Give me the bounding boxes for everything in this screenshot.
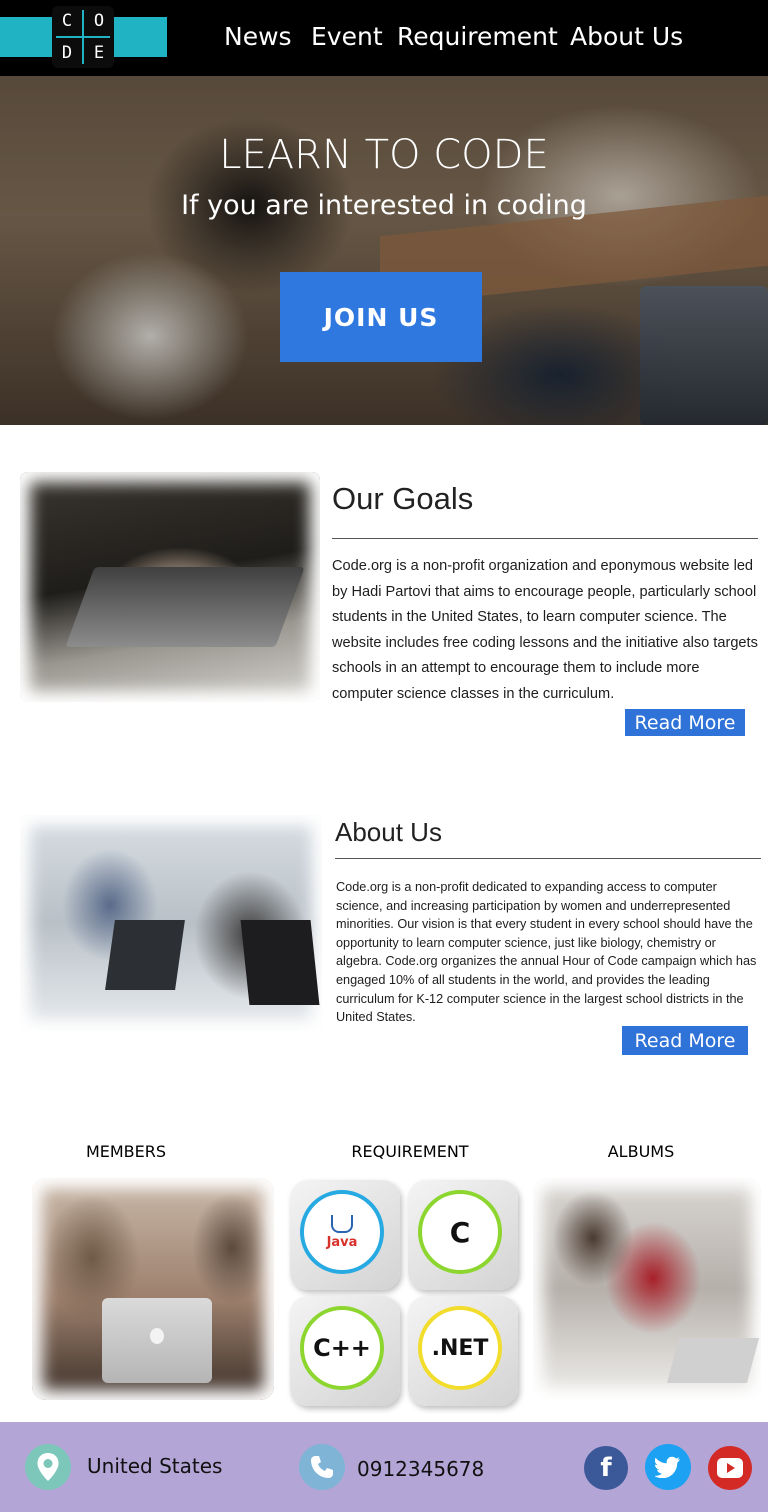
logo-letter: D — [61, 43, 73, 63]
youtube-play-icon — [717, 1458, 743, 1478]
goals-title: Our Goals — [332, 481, 474, 516]
language-tile[interactable]: .NET — [408, 1296, 518, 1406]
albums-photo[interactable] — [533, 1178, 761, 1400]
map-pin-icon — [25, 1444, 71, 1490]
nav-about-us[interactable]: About Us — [570, 19, 683, 55]
laptop-shape — [240, 920, 320, 1005]
phone-icon — [311, 1456, 333, 1478]
java-badge: Java — [300, 1190, 384, 1274]
location-text: United States — [87, 1454, 223, 1478]
hero-subtitle: If you are interested in coding — [181, 190, 587, 221]
nav-event[interactable]: Event — [311, 19, 383, 55]
logo-letter: E — [93, 43, 105, 63]
language-name: .NET — [431, 1335, 489, 1361]
laptop-shape — [105, 920, 185, 990]
language-tile[interactable]: C++ — [290, 1296, 400, 1406]
goals-photo — [20, 472, 320, 702]
map-pin-icon — [37, 1453, 59, 1481]
members-label[interactable]: MEMBERS — [60, 1141, 192, 1163]
goals-text: Code.org is a non-profit organization an… — [332, 558, 758, 702]
logo-letter: C — [61, 11, 73, 31]
phone-icon — [299, 1444, 345, 1490]
hero-banner: LEARN TO CODE If you are interested in c… — [0, 76, 768, 425]
site-footer: United States 0912345678 f — [0, 1422, 768, 1512]
about-divider — [335, 858, 761, 859]
language-tile[interactable]: C — [408, 1180, 518, 1290]
about-text: Code.org is a non-profit dedicated to ex… — [336, 880, 757, 1025]
apple-logo-icon — [150, 1328, 164, 1344]
about-read-more-button[interactable]: Read More — [622, 1026, 748, 1055]
facebook-icon[interactable]: f — [584, 1446, 628, 1490]
laptop-shape — [65, 567, 305, 647]
site-header: C O D E News Event Requirement About Us — [0, 0, 768, 76]
phone-text[interactable]: 0912345678 — [357, 1455, 484, 1483]
youtube-icon[interactable] — [708, 1446, 752, 1490]
facebook-glyph: f — [600, 1453, 612, 1483]
language-name: Java — [326, 1234, 358, 1250]
laptop-shape — [666, 1338, 760, 1383]
twitter-icon[interactable] — [645, 1444, 691, 1490]
albums-label[interactable]: ALBUMS — [590, 1141, 692, 1163]
goals-read-more-button[interactable]: Read More — [625, 709, 745, 736]
logo-letter: O — [93, 11, 105, 31]
hero-title: LEARN TO CODE — [219, 132, 549, 178]
twitter-bird-icon — [655, 1456, 680, 1478]
language-name: C++ — [313, 1334, 371, 1362]
hero-overlay — [0, 76, 768, 425]
members-photo[interactable] — [32, 1178, 274, 1400]
requirement-label[interactable]: REQUIREMENT — [330, 1141, 490, 1163]
goals-divider — [332, 538, 758, 539]
dotnet-badge: .NET — [418, 1306, 502, 1390]
site-logo[interactable]: C O D E — [52, 6, 114, 68]
coffee-cup-icon — [331, 1214, 353, 1233]
language-name: C — [449, 1215, 471, 1249]
nav-requirement[interactable]: Requirement — [397, 19, 558, 55]
cpp-badge: C++ — [300, 1306, 384, 1390]
logo-divider — [56, 36, 110, 38]
language-tile[interactable]: Java — [290, 1180, 400, 1290]
join-us-button[interactable]: JOIN US — [280, 272, 482, 362]
nav-news[interactable]: News — [224, 19, 292, 55]
requirement-languages[interactable]: Java C C++ .NET — [290, 1180, 522, 1410]
c-badge: C — [418, 1190, 502, 1274]
about-title: About Us — [335, 817, 442, 847]
about-photo — [20, 815, 322, 1031]
